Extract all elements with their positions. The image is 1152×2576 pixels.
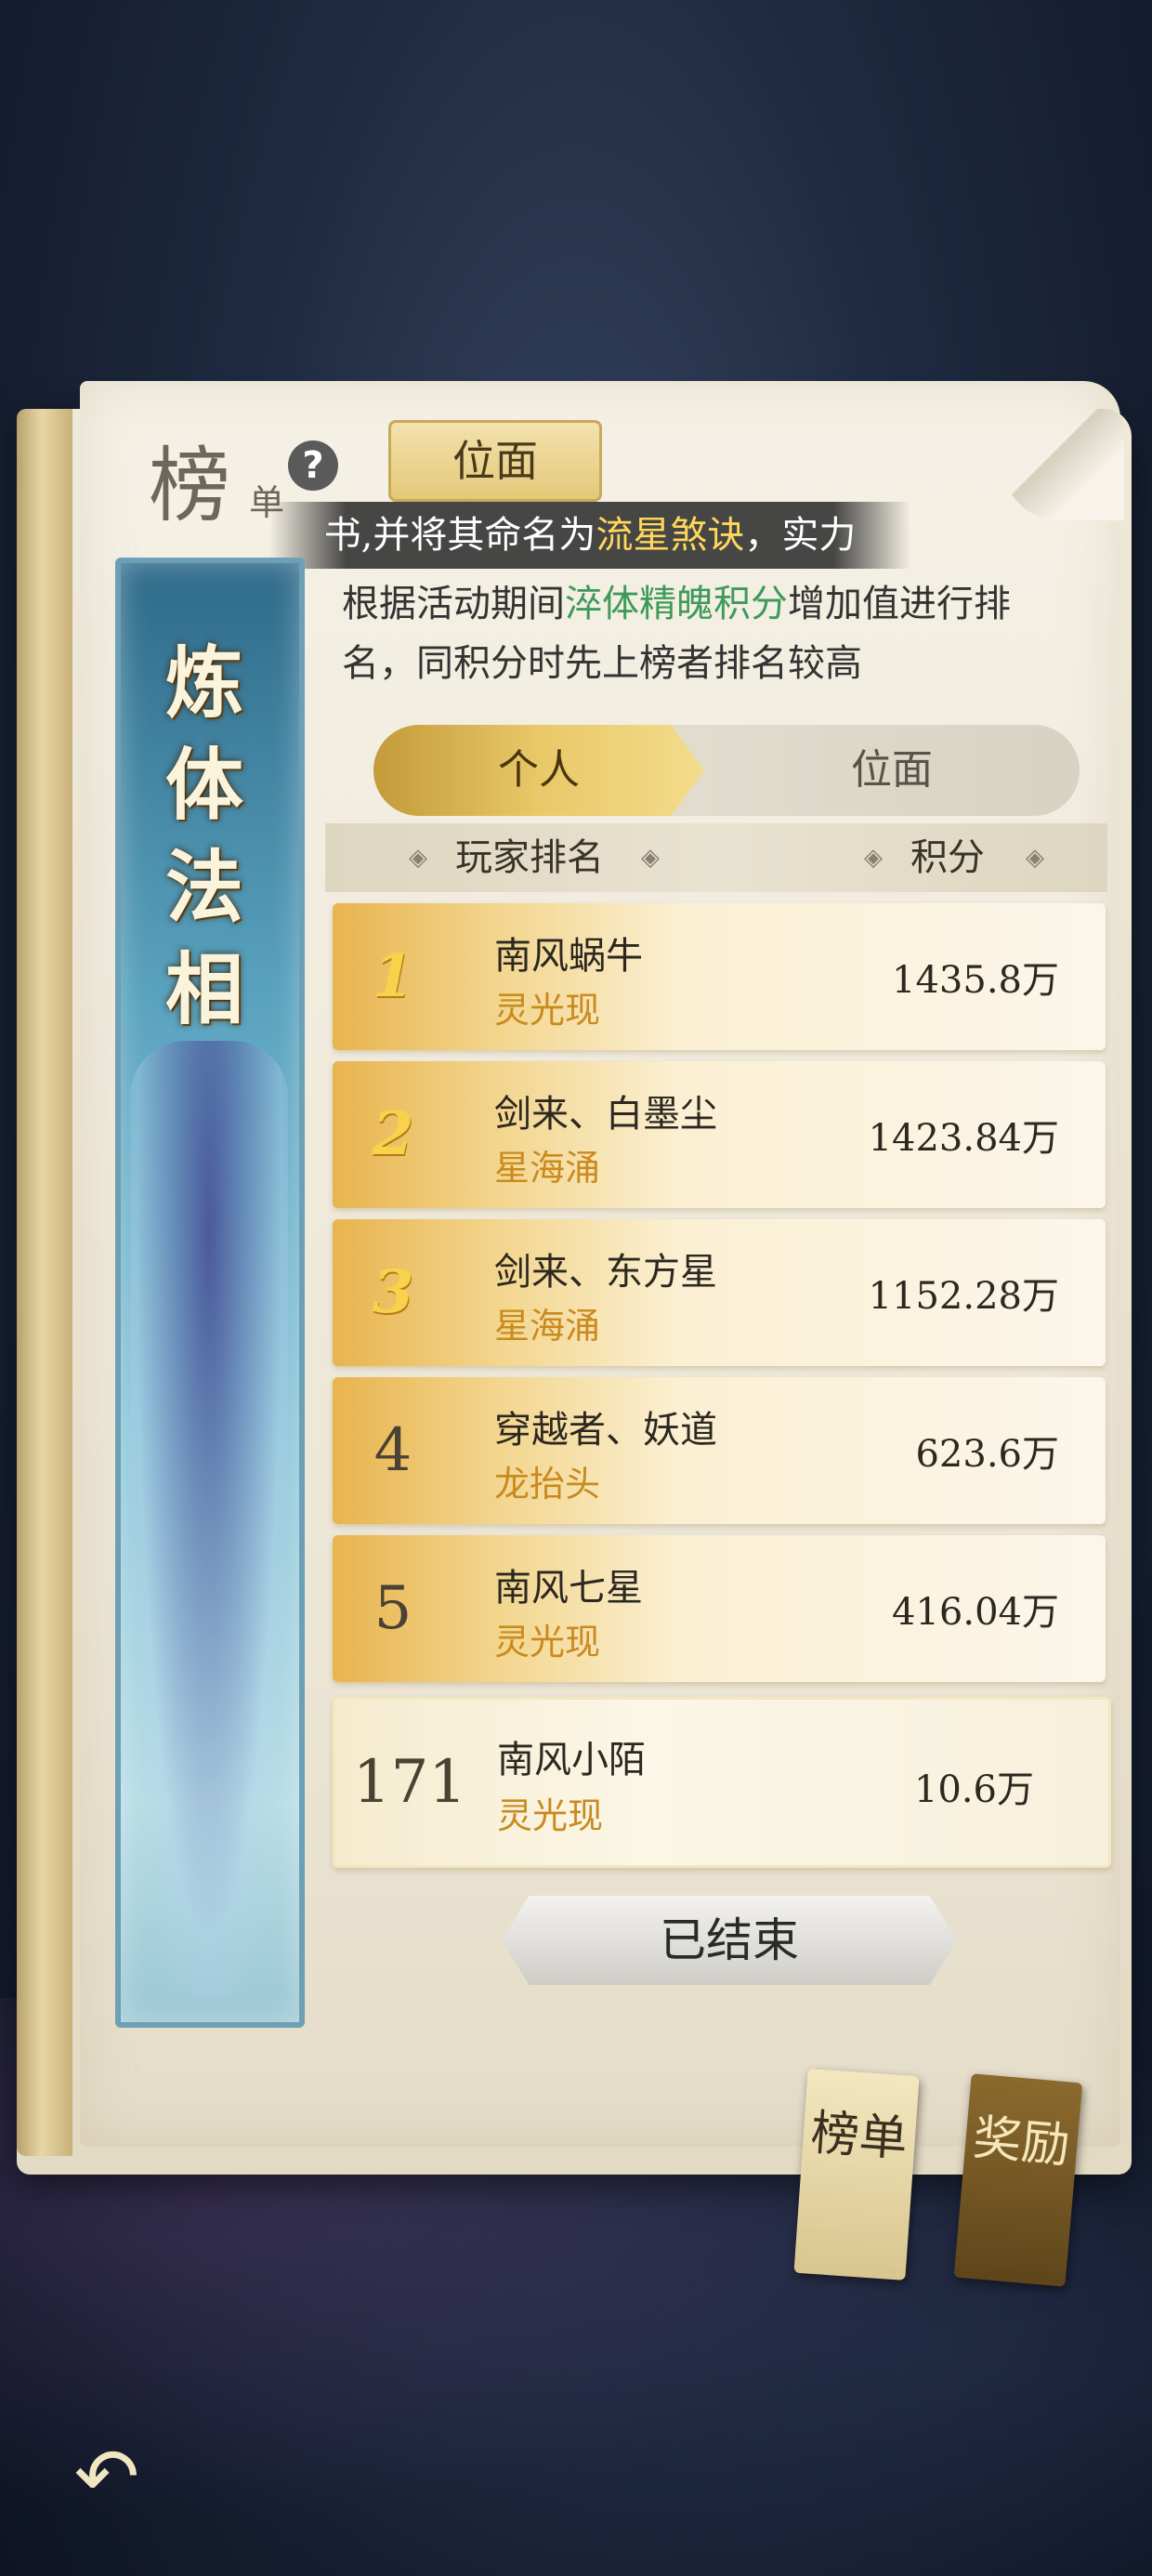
- back-arrow-icon[interactable]: ↶: [56, 2425, 158, 2528]
- scrolling-announcement: 书,并将其命名为流星煞诀，实力: [269, 502, 910, 569]
- ranking-row[interactable]: 4 穿越者、妖道 龙抬头 623.6万: [333, 1377, 1106, 1524]
- player-title: 灵光现: [494, 1622, 601, 1663]
- player-title: 灵光现: [494, 990, 601, 1031]
- player-title: 星海涌: [494, 1306, 601, 1347]
- player-score: 1423.84万: [868, 1117, 1059, 1160]
- column-score: 积分: [910, 836, 985, 879]
- diamond-icon: ◈: [409, 844, 427, 872]
- rank-number: 1: [372, 941, 414, 1011]
- tab-ranking[interactable]: 榜单: [793, 2069, 920, 2280]
- rank-number: 4: [373, 1416, 412, 1485]
- player-score: 1152.28万: [868, 1275, 1059, 1318]
- player-score: 623.6万: [915, 1433, 1059, 1476]
- question-icon[interactable]: ?: [288, 440, 338, 491]
- rule-description: 根据活动期间淬体精魄积分增加值进行排名，同积分时先上榜者排名较高: [342, 574, 1067, 693]
- rank-number: 2: [372, 1099, 414, 1169]
- tab-personal[interactable]: 个人: [373, 725, 704, 816]
- player-title: 灵光现: [497, 1795, 604, 1836]
- player-name: 穿越者、妖道: [494, 1409, 717, 1452]
- desc-highlight: 淬体精魄积分: [565, 583, 788, 625]
- player-name: 南风蜗牛: [494, 935, 643, 978]
- character-figure: [130, 1041, 288, 1998]
- page-title: 榜: [149, 438, 231, 533]
- tab-reward[interactable]: 奖励: [953, 2073, 1083, 2287]
- player-title: 星海涌: [494, 1148, 601, 1189]
- banner-title: 炼体法相: [164, 637, 243, 1035]
- player-score: 416.04万: [892, 1591, 1059, 1634]
- ranking-row[interactable]: 1 南风蜗牛 灵光现 1435.8万: [333, 903, 1106, 1050]
- ranking-row[interactable]: 3 剑来、东方星 星海涌 1152.28万: [333, 1219, 1106, 1366]
- player-name: 南风七星: [494, 1567, 643, 1610]
- diamond-icon: ◈: [864, 844, 883, 872]
- player-score: 10.6万: [913, 1768, 1034, 1811]
- ranking-row[interactable]: 2 剑来、白墨尘 星海涌 1423.84万: [333, 1061, 1106, 1208]
- marquee-suffix: ，实力: [744, 514, 857, 557]
- my-ranking-row[interactable]: 171 南风小陌 灵光现 10.6万: [333, 1697, 1111, 1868]
- book-spine: [17, 409, 72, 2156]
- rank-number: 5: [373, 1574, 412, 1643]
- page-curl: [1003, 409, 1124, 520]
- diamond-icon: ◈: [641, 844, 660, 872]
- player-title: 龙抬头: [494, 1464, 601, 1505]
- rank-number: 171: [352, 1748, 467, 1817]
- player-name: 剑来、东方星: [494, 1251, 717, 1294]
- ended-button[interactable]: 已结束: [502, 1896, 957, 1985]
- plane-tab[interactable]: 位面: [388, 420, 602, 502]
- ranking-row[interactable]: 5 南风七星 灵光现 416.04万: [333, 1535, 1106, 1682]
- player-name: 南风小陌: [497, 1739, 646, 1781]
- column-player: 玩家排名: [455, 836, 604, 879]
- marquee-highlight: 流星煞诀: [596, 514, 745, 557]
- column-header: ◈ 玩家排名 ◈ ◈ 积分 ◈: [325, 823, 1107, 892]
- diamond-icon: ◈: [1026, 844, 1044, 872]
- tab-plane[interactable]: 位面: [706, 725, 1078, 816]
- marquee-prefix: 书,并将其命名为: [323, 514, 596, 557]
- player-name: 剑来、白墨尘: [494, 1093, 717, 1136]
- player-score: 1435.8万: [892, 959, 1059, 1002]
- rank-number: 3: [372, 1257, 414, 1327]
- desc-part1: 根据活动期间: [342, 583, 565, 625]
